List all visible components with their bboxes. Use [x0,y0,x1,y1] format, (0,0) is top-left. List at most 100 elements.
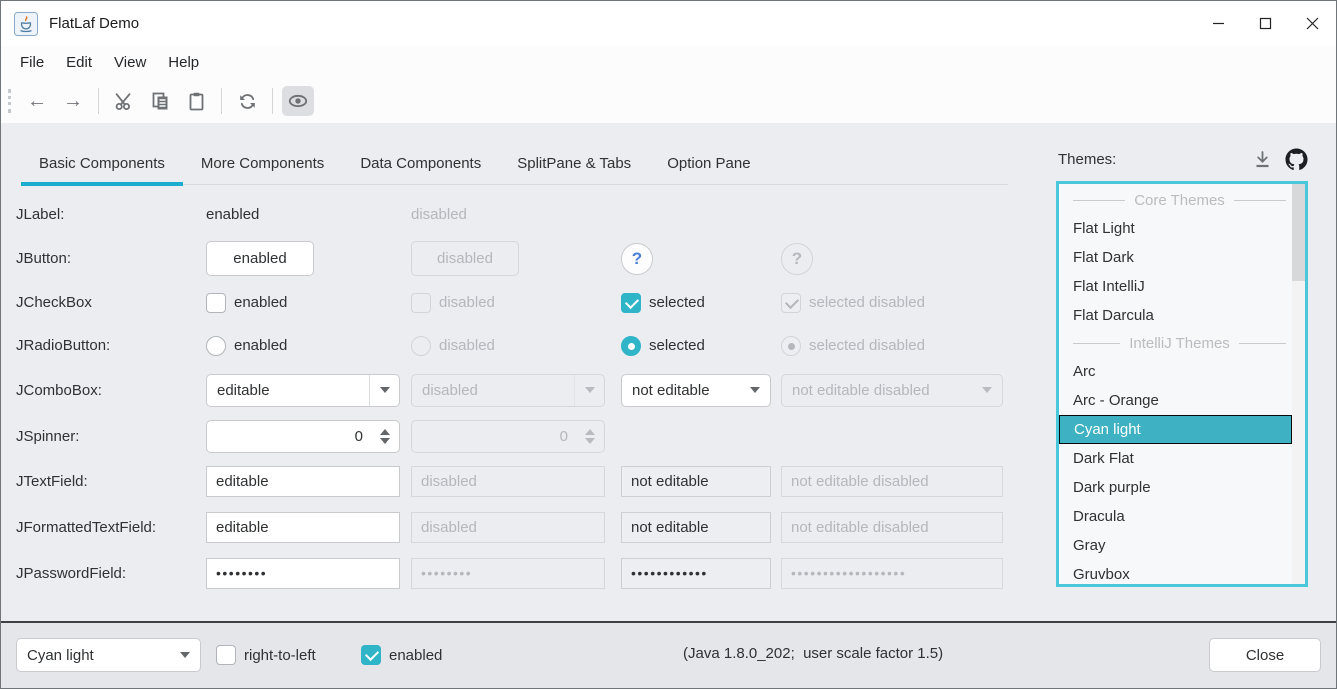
show-hidden-toggle-button[interactable] [282,86,314,116]
back-button[interactable]: ← [21,86,53,116]
cut-button[interactable] [108,86,140,116]
theme-item-flat-intellij[interactable]: Flat IntelliJ [1059,272,1292,301]
jlabel-row-label: JLabel: [16,206,64,223]
spinner-arrows[interactable] [371,421,399,452]
tab-basic-components[interactable]: Basic Components [21,141,183,185]
combobox-disabled: disabled [411,374,605,407]
jbutton-enabled[interactable]: enabled [206,241,314,276]
textfield-not-editable[interactable]: not editable [621,466,771,497]
menu-view[interactable]: View [103,46,157,79]
laf-combobox[interactable]: Cyan light [16,638,201,672]
close-window-button[interactable] [1289,1,1336,46]
checkbox-selected-disabled: selected disabled [781,293,925,313]
jbutton-disabled: disabled [411,241,519,276]
theme-item-dark-purple[interactable]: Dark purple [1059,473,1292,502]
formattedfield-disabled: disabled [411,512,605,543]
combobox-arrow-button[interactable] [369,375,399,406]
radio-icon[interactable] [206,336,226,356]
spinner-down-icon[interactable] [380,438,390,444]
close-button[interactable]: Close [1209,638,1321,672]
themes-scrollbar[interactable] [1292,184,1305,584]
theme-item-cyan-light[interactable]: Cyan light [1059,415,1292,444]
radio-selected[interactable]: selected [621,336,705,356]
theme-item-arc-orange[interactable]: Arc - Orange [1059,386,1292,415]
refresh-button[interactable] [231,86,263,116]
minimize-button[interactable] [1195,1,1242,46]
checkbox-icon[interactable] [216,645,236,665]
theme-item-gruvbox[interactable]: Gruvbox [1059,560,1292,584]
maximize-button[interactable] [1242,1,1289,46]
radio-icon [411,336,431,356]
themes-scrollbar-thumb[interactable] [1292,184,1305,281]
spinner-disabled: 0 [411,420,605,453]
jbutton-row-label: JButton: [16,250,71,267]
github-icon[interactable] [1285,148,1308,171]
copy-icon [150,91,171,112]
jspinner-row-label: JSpinner: [16,428,79,445]
forward-arrow-icon: → [63,90,83,113]
paste-button[interactable] [180,86,212,116]
checkbox-enabled[interactable]: enabled [206,293,287,313]
radio-selected-icon [781,336,801,356]
radio-disabled: disabled [411,336,495,356]
app-window: FlatLaf Demo File Edit View Help ← → [0,0,1337,689]
combobox-editable[interactable]: editable [206,374,400,407]
combobox-not-editable-disabled: not editable disabled [781,374,1003,407]
checkbox-icon[interactable] [206,293,226,313]
download-icon[interactable] [1252,149,1273,170]
theme-item-dracula[interactable]: Dracula [1059,502,1292,531]
theme-item-flat-light[interactable]: Flat Light [1059,214,1292,243]
tab-data-components[interactable]: Data Components [342,141,499,185]
tab-option-pane[interactable]: Option Pane [649,141,768,185]
radio-selected-disabled: selected disabled [781,336,925,356]
passwordfield-editable[interactable]: •••••••• [206,558,400,589]
java-logo-icon [14,12,38,36]
tab-more-components[interactable]: More Components [183,141,342,185]
textfield-disabled: disabled [411,466,605,497]
chevron-down-icon [585,387,595,393]
jcheckbox-row-label: JCheckBox [16,294,92,311]
theme-item-dark-flat[interactable]: Dark Flat [1059,444,1292,473]
help-button[interactable]: ? [621,243,653,275]
checkbox-checked-icon[interactable] [621,293,641,313]
passwordfield-not-editable[interactable]: •••••••••••• [621,558,771,589]
toolbar: ← → [1,79,1336,123]
help-button-disabled: ? [781,243,813,275]
combobox-arrow-button[interactable] [740,375,770,406]
themes-label: Themes: [1058,151,1116,168]
spinner-up-icon [585,429,595,435]
enabled-checkbox[interactable]: enabled [361,645,442,665]
menubar: File Edit View Help [1,46,1336,79]
radio-enabled[interactable]: enabled [206,336,287,356]
copy-button[interactable] [144,86,176,116]
tab-splitpane-tabs[interactable]: SplitPane & Tabs [499,141,649,185]
textfield-editable[interactable]: editable [206,466,400,497]
menu-edit[interactable]: Edit [55,46,103,79]
chevron-down-icon [380,387,390,393]
right-to-left-checkbox[interactable]: right-to-left [216,645,316,665]
checkbox-selected[interactable]: selected [621,293,705,313]
formattedfield-not-editable[interactable]: not editable [621,512,771,543]
menu-help[interactable]: Help [157,46,210,79]
spinner-up-icon[interactable] [380,429,390,435]
checkbox-checked-icon[interactable] [361,645,381,665]
combobox-not-editable[interactable]: not editable [621,374,771,407]
theme-item-arc[interactable]: Arc [1059,357,1292,386]
passwordfield-disabled: •••••••• [411,558,605,589]
passwordfield-not-editable-disabled: •••••••••••••••••• [781,558,1003,589]
jformattedtextfield-row-label: JFormattedTextField: [16,519,156,536]
window-title: FlatLaf Demo [49,15,139,32]
jtextfield-row-label: JTextField: [16,473,88,490]
menu-file[interactable]: File [9,46,55,79]
spinner-enabled[interactable]: 0 [206,420,400,453]
theme-item-flat-dark[interactable]: Flat Dark [1059,243,1292,272]
theme-item-gray[interactable]: Gray [1059,531,1292,560]
toolbar-grip[interactable] [8,89,11,113]
checkbox-icon [411,293,431,313]
radio-selected-icon[interactable] [621,336,641,356]
formattedfield-not-editable-disabled: not editable disabled [781,512,1003,543]
formattedfield-editable[interactable]: editable [206,512,400,543]
chevron-down-icon [982,387,992,393]
forward-button[interactable]: → [57,86,89,116]
theme-item-flat-darcula[interactable]: Flat Darcula [1059,301,1292,330]
